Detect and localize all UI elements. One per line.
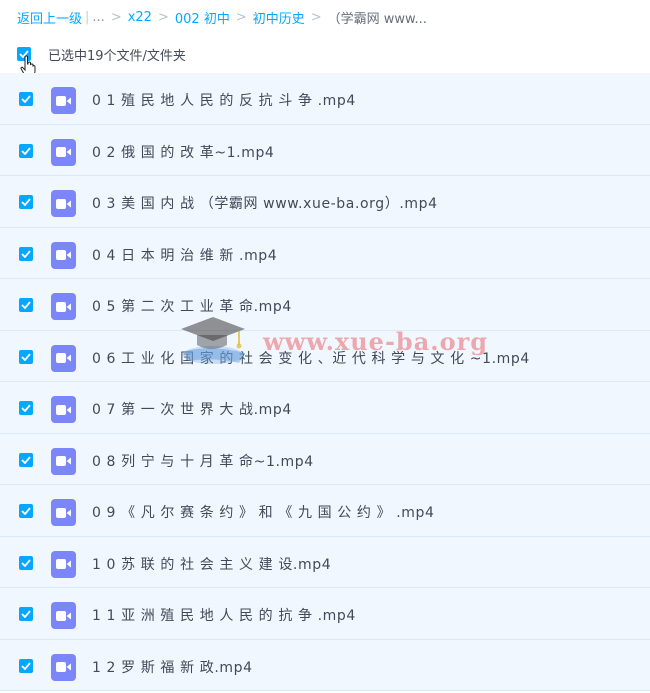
file-row[interactable]: 1 2 罗 斯 福 新 政.mp4 <box>0 639 650 691</box>
file-row[interactable]: 0 4 日 本 明 治 维 新 .mp4 <box>0 227 650 279</box>
video-file-icon <box>51 550 76 578</box>
file-row[interactable]: 0 9 《 凡 尔 赛 条 约 》 和 《 九 国 公 约 》 .mp4 <box>0 485 650 537</box>
selection-bar: 已选中19个文件/文件夹 <box>17 44 186 64</box>
file-row[interactable]: 0 2 俄 国 的 改 革~1.mp4 <box>0 124 650 176</box>
file-name[interactable]: 0 8 列 宁 与 十 月 革 命~1.mp4 <box>92 451 314 471</box>
checkmark-icon <box>21 249 31 258</box>
breadcrumb-item-x22[interactable]: x22 <box>128 10 152 25</box>
video-camera-icon <box>56 404 71 415</box>
breadcrumb-ellipsis[interactable]: ... <box>92 10 104 25</box>
video-file-icon <box>51 344 76 372</box>
checkmark-icon <box>21 198 31 206</box>
video-file-icon <box>51 293 76 320</box>
file-name[interactable]: 0 7 第 一 次 世 界 大 战.mp4 <box>92 399 292 419</box>
checkmark-icon <box>21 146 31 155</box>
file-list: 0 1 殖 民 地 人 民 的 反 抗 斗 争 .mp4 0 2 俄 国 的 改… <box>0 73 650 691</box>
file-row[interactable]: 1 1 亚 洲 殖 民 地 人 民 的 抗 争 .mp4 <box>0 588 650 640</box>
breadcrumb: 返回上一级 | ... > x22 > 002 初中 > 初中历史 > （学霸网… <box>17 8 427 27</box>
file-row[interactable]: 0 6 工 业 化 国 家 的 社 会 变 化 、近 代 科 学 与 文 化 ~… <box>0 330 650 382</box>
checkmark-icon <box>21 610 31 618</box>
checkmark-icon <box>21 455 31 464</box>
video-camera-icon <box>56 147 71 157</box>
file-name[interactable]: 1 0 苏 联 的 社 会 主 义 建 设.mp4 <box>92 554 331 574</box>
video-camera-icon <box>56 198 71 209</box>
video-camera-icon <box>56 95 71 106</box>
breadcrumb-current: （学霸网 www... <box>327 11 427 27</box>
file-name[interactable]: 1 2 罗 斯 福 新 政.mp4 <box>92 657 253 677</box>
video-file-icon <box>51 138 76 166</box>
chevron-right-icon: > <box>110 9 122 25</box>
video-file-icon <box>51 447 76 475</box>
video-file-icon <box>51 653 76 681</box>
checkmark-icon <box>21 95 31 103</box>
file-checkbox[interactable] <box>19 143 33 158</box>
checkmark-icon <box>21 661 31 670</box>
checkmark-icon <box>21 352 31 361</box>
selection-count-label: 已选中19个文件/文件夹 <box>48 48 186 64</box>
file-name[interactable]: 1 1 亚 洲 殖 民 地 人 民 的 抗 争 .mp4 <box>92 605 356 625</box>
breadcrumb-item-history[interactable]: 初中历史 <box>253 8 305 27</box>
checkmark-icon <box>21 404 31 412</box>
file-name[interactable]: 0 5 第 二 次 工 业 革 命.mp4 <box>92 296 292 316</box>
video-camera-icon <box>56 507 71 518</box>
file-name[interactable]: 0 6 工 业 化 国 家 的 社 会 变 化 、近 代 科 学 与 文 化 ~… <box>92 348 530 368</box>
video-file-icon <box>51 241 76 269</box>
separator-pipe: | <box>85 9 90 25</box>
video-file-icon <box>51 87 76 114</box>
checkmark-icon <box>21 507 31 515</box>
file-row[interactable]: 0 1 殖 民 地 人 民 的 反 抗 斗 争 .mp4 <box>0 73 650 125</box>
file-checkbox[interactable] <box>19 349 33 364</box>
file-name[interactable]: 0 3 美 国 内 战 （学霸网 www.xue-ba.org）.mp4 <box>92 193 438 213</box>
breadcrumb-item-002[interactable]: 002 初中 <box>175 8 230 27</box>
chevron-right-icon: > <box>235 9 247 25</box>
video-camera-icon <box>56 250 71 260</box>
file-row[interactable]: 1 0 苏 联 的 社 会 主 义 建 设.mp4 <box>0 536 650 588</box>
video-camera-icon <box>56 353 71 363</box>
video-camera-icon <box>56 610 71 621</box>
file-row[interactable]: 0 7 第 一 次 世 界 大 战.mp4 <box>0 382 650 434</box>
video-camera-icon <box>56 456 71 466</box>
file-row[interactable]: 0 8 列 宁 与 十 月 革 命~1.mp4 <box>0 433 650 485</box>
video-camera-icon <box>56 301 71 312</box>
file-name[interactable]: 0 2 俄 国 的 改 革~1.mp4 <box>92 142 274 162</box>
file-row[interactable]: 0 5 第 二 次 工 业 革 命.mp4 <box>0 279 650 331</box>
file-checkbox[interactable] <box>19 246 33 261</box>
file-checkbox[interactable] <box>19 298 33 312</box>
checkmark-icon <box>21 301 31 309</box>
video-file-icon <box>51 499 76 526</box>
chevron-right-icon: > <box>157 9 169 25</box>
file-checkbox[interactable] <box>19 607 33 621</box>
file-checkbox[interactable] <box>19 504 33 518</box>
video-camera-icon <box>56 662 71 672</box>
file-checkbox[interactable] <box>19 401 33 415</box>
file-row[interactable]: 0 3 美 国 内 战 （学霸网 www.xue-ba.org）.mp4 <box>0 176 650 228</box>
file-name[interactable]: 0 1 殖 民 地 人 民 的 反 抗 斗 争 .mp4 <box>92 90 356 110</box>
file-checkbox[interactable] <box>19 195 33 209</box>
file-checkbox[interactable] <box>19 92 33 106</box>
video-file-icon <box>51 190 76 217</box>
video-file-icon <box>51 396 76 423</box>
chevron-right-icon: > <box>310 9 322 25</box>
video-file-icon <box>51 602 76 629</box>
file-checkbox[interactable] <box>19 452 33 467</box>
file-name[interactable]: 0 4 日 本 明 治 维 新 .mp4 <box>92 245 277 265</box>
video-camera-icon <box>56 559 71 569</box>
file-name[interactable]: 0 9 《 凡 尔 赛 条 约 》 和 《 九 国 公 约 》 .mp4 <box>92 502 435 522</box>
back-link[interactable]: 返回上一级 <box>17 8 82 27</box>
checkmark-icon <box>21 558 31 567</box>
file-checkbox[interactable] <box>19 658 33 673</box>
file-checkbox[interactable] <box>19 555 33 570</box>
